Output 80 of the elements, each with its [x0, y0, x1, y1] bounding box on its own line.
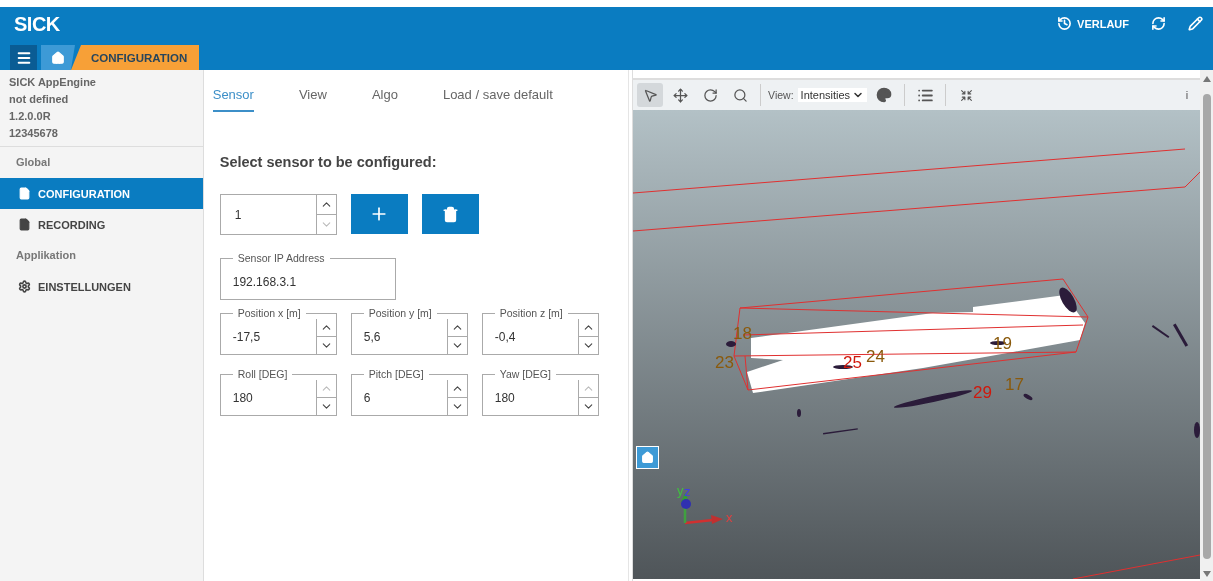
- tab[interactable]: View: [298, 84, 327, 112]
- scroll-up-icon[interactable]: [1202, 76, 1211, 82]
- axis-label: z: [684, 484, 691, 499]
- nav-item[interactable]: RECORDING: [0, 209, 203, 240]
- object-label: 17: [1005, 375, 1024, 394]
- nav-item[interactable]: CONFIGURATION: [0, 178, 203, 209]
- object-label: 18: [733, 324, 752, 343]
- field-label: Pitch [DEG]: [367, 369, 425, 380]
- value-input[interactable]: -0,4: [494, 319, 578, 354]
- rotate-icon: [702, 87, 718, 103]
- axis-label: y: [677, 483, 684, 498]
- file-icon: [18, 187, 31, 200]
- value-input[interactable]: 192.168.3.1: [232, 264, 395, 299]
- device-info: 12345678: [9, 126, 59, 141]
- edit-button[interactable]: [1186, 14, 1205, 33]
- search-icon: [732, 87, 748, 103]
- breadcrumb[interactable]: CONFIGURATION: [71, 45, 200, 70]
- number-field[interactable]: Roll [DEG] 180: [219, 369, 337, 416]
- value-input[interactable]: 180: [494, 380, 578, 415]
- view-label: View:: [768, 89, 794, 101]
- pointer-tool[interactable]: [637, 83, 664, 107]
- value-input[interactable]: 5,6: [363, 319, 447, 354]
- number-field[interactable]: Yaw [DEG] 180: [481, 369, 599, 416]
- field-label: Position x [m]: [236, 308, 302, 319]
- value-input[interactable]: -17,5: [232, 319, 316, 354]
- nav-item[interactable]: EINSTELLUNGEN: [0, 271, 203, 302]
- file-icon: [18, 218, 31, 231]
- menu-button[interactable]: [10, 45, 37, 70]
- field-label: Position z [m]: [498, 308, 564, 319]
- home-icon: [51, 50, 65, 65]
- number-field[interactable]: Position z [m] -0,4: [481, 308, 599, 355]
- axis-label: x: [726, 510, 733, 525]
- object-label: 23: [715, 353, 734, 372]
- x-axis-arrow: [684, 515, 724, 525]
- object-label: 25: [843, 353, 862, 372]
- number-field[interactable]: Position x [m] -17,5: [219, 308, 337, 355]
- shrink-icon: [959, 88, 973, 102]
- view-select[interactable]: Intensities: [797, 88, 868, 102]
- reset-view-button[interactable]: [636, 446, 660, 469]
- pointer-icon: [642, 87, 658, 103]
- number-field[interactable]: Pitch [DEG] 6: [350, 369, 468, 416]
- tab[interactable]: Algo: [371, 84, 398, 112]
- value-input[interactable]: 6: [363, 380, 447, 415]
- refresh-icon: [1151, 16, 1166, 31]
- delete-button[interactable]: [421, 194, 479, 234]
- palette-icon: [876, 87, 893, 103]
- trash-icon: [441, 205, 459, 223]
- field-label: Position y [m]: [367, 308, 433, 319]
- menu-icon: [15, 49, 32, 66]
- field-label: Roll [DEG]: [236, 369, 289, 380]
- number-field[interactable]: Position y [m] 5,6: [350, 308, 468, 355]
- history-button[interactable]: VERLAUF: [1055, 14, 1131, 33]
- field-label: Yaw [DEG]: [498, 369, 552, 380]
- history-icon: [1057, 16, 1073, 31]
- info-button[interactable]: i: [1177, 89, 1197, 101]
- number-field[interactable]: 1: [219, 194, 337, 235]
- device-info: SICK AppEngine: [9, 75, 97, 90]
- device-info: not defined: [9, 92, 70, 107]
- value-input[interactable]: 1: [220, 195, 316, 234]
- scrollbar[interactable]: [1200, 70, 1213, 581]
- object-label: 29: [973, 383, 992, 402]
- add-button[interactable]: [350, 194, 408, 234]
- section-title: Global: [15, 155, 52, 170]
- refresh-button[interactable]: [1149, 14, 1168, 33]
- home-icon: [641, 451, 655, 464]
- edit-icon: [1188, 16, 1203, 31]
- section-title: Applikation: [15, 248, 77, 263]
- device-info: 1.2.0.0R: [9, 109, 52, 124]
- logo: SICK: [14, 13, 60, 37]
- pan-icon: [672, 87, 688, 103]
- home-breadcrumb[interactable]: [41, 45, 75, 70]
- value-input[interactable]: 180: [232, 380, 316, 415]
- ip-field[interactable]: Sensor IP Address 192.168.3.1: [219, 253, 396, 300]
- scroll-down-icon[interactable]: [1202, 571, 1211, 577]
- section-heading: Select sensor to be configured:: [219, 154, 438, 170]
- tab[interactable]: Sensor: [212, 84, 254, 112]
- field-label: Sensor IP Address: [236, 253, 326, 264]
- gears-icon: [18, 280, 31, 293]
- tab[interactable]: Load / save default: [442, 84, 553, 112]
- scroll-thumb[interactable]: [1202, 94, 1211, 559]
